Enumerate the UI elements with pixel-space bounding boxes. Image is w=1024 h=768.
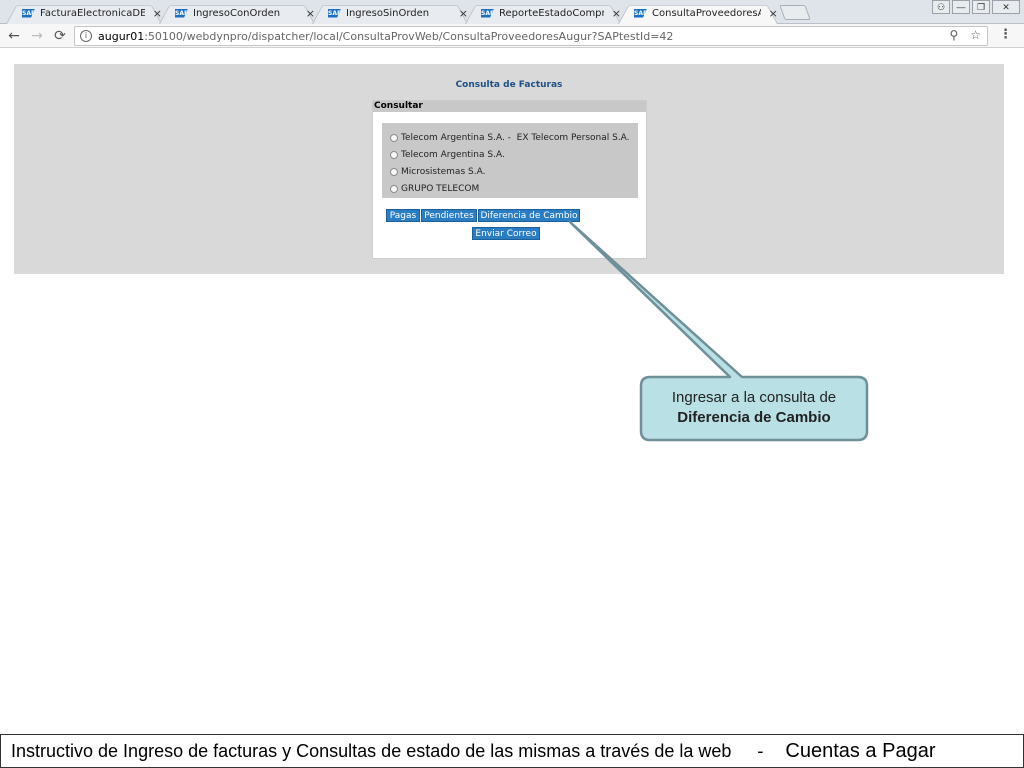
radio-icon[interactable]	[390, 167, 398, 176]
tab-factura-electronica[interactable]: SAP FacturaElectronicaDES_Q ×	[6, 2, 162, 24]
tab-ingreso-sin-orden[interactable]: SAP IngresoSinOrden ×	[312, 2, 468, 24]
browser-toolbar: ← → ⟳ i augur01 :50100/webdynpro/dispatc…	[0, 24, 1024, 48]
footer-title: Instructivo de Ingreso de facturas y Con…	[11, 740, 732, 761]
close-icon[interactable]: ×	[769, 7, 778, 20]
radio-label: Microsistemas S.A.	[401, 166, 486, 177]
reload-icon[interactable]: ⟳	[51, 27, 69, 45]
pagas-button[interactable]: Pagas	[386, 209, 420, 222]
url-host: augur01	[98, 29, 145, 43]
radio-label: Telecom Argentina S.A. - EX Telecom Pers…	[401, 132, 630, 143]
radio-icon[interactable]	[390, 184, 398, 193]
tab-label: ConsultaProveedoresAug	[652, 7, 761, 19]
info-icon[interactable]: i	[80, 30, 92, 42]
radio-option-telecom-personal[interactable]: Telecom Argentina S.A. - EX Telecom Pers…	[382, 129, 638, 146]
close-icon[interactable]: ×	[612, 7, 621, 20]
tab-reporte-estado[interactable]: SAP ReporteEstadoComproba ×	[465, 2, 621, 24]
company-radio-group: Telecom Argentina S.A. - EX Telecom Pers…	[382, 123, 638, 198]
radio-option-telecom-argentina[interactable]: Telecom Argentina S.A.	[382, 146, 638, 163]
radio-option-microsistemas[interactable]: Microsistemas S.A.	[382, 163, 638, 180]
new-tab-button[interactable]	[779, 5, 811, 20]
consultar-card: Consultar Telecom Argentina S.A. - EX Te…	[372, 100, 647, 259]
callout-line-2: Diferencia de Cambio	[677, 409, 831, 426]
forward-arrow-icon[interactable]: →	[28, 27, 46, 45]
user-icon[interactable]: ⚇	[932, 0, 950, 14]
tab-label: IngresoConOrden	[193, 7, 281, 19]
radio-icon[interactable]	[390, 133, 398, 142]
page-title: Consulta de Facturas	[455, 80, 563, 90]
tab-ingreso-con-orden[interactable]: SAP IngresoConOrden ×	[159, 2, 315, 24]
back-arrow-icon[interactable]: ←	[5, 27, 23, 45]
close-icon[interactable]: ×	[459, 7, 468, 20]
callout-text: Ingresar a la consulta de Diferencia de …	[642, 388, 866, 428]
radio-option-grupo-telecom[interactable]: GRUPO TELECOM	[382, 180, 638, 197]
pendientes-button[interactable]: Pendientes	[421, 209, 477, 222]
footer-separator: -	[757, 740, 764, 761]
tab-label: ReporteEstadoComproba	[499, 7, 604, 19]
close-icon[interactable]: ×	[153, 7, 162, 20]
key-icon[interactable]: ⚲	[949, 28, 958, 42]
tab-label: IngresoSinOrden	[346, 7, 430, 19]
radio-label: GRUPO TELECOM	[401, 183, 480, 194]
omnibox-actions: ⚲ ☆	[949, 28, 981, 42]
star-icon[interactable]: ☆	[970, 28, 981, 42]
window-close-icon[interactable]: ✕	[992, 0, 1020, 14]
address-bar[interactable]: i augur01 :50100/webdynpro/dispatcher/lo…	[74, 26, 988, 46]
tab-label: FacturaElectronicaDES_Q	[40, 7, 145, 19]
footer-bar: Instructivo de Ingreso de facturas y Con…	[0, 734, 1024, 768]
url-path: :50100/webdynpro/dispatcher/local/Consul…	[144, 29, 674, 43]
radio-label: Telecom Argentina S.A.	[401, 149, 505, 160]
window-controls: ⚇ — ❐ ✕	[932, 0, 1020, 14]
minimize-icon[interactable]: —	[952, 0, 970, 14]
close-icon[interactable]: ×	[306, 7, 315, 20]
menu-icon[interactable]: ⋮	[999, 27, 1012, 42]
section-header: Consultar	[373, 101, 646, 112]
maximize-icon[interactable]: ❐	[972, 0, 990, 14]
enviar-correo-button[interactable]: Enviar Correo	[472, 227, 540, 240]
callout-line-1: Ingresar a la consulta de	[671, 389, 837, 406]
tab-consulta-proveedores[interactable]: SAP ConsultaProveedoresAug ×	[618, 2, 778, 24]
footer-section: Cuentas a Pagar	[785, 739, 936, 762]
diferencia-de-cambio-button[interactable]: Diferencia de Cambio	[478, 209, 580, 222]
radio-icon[interactable]	[390, 150, 398, 159]
browser-tab-strip: SAP FacturaElectronicaDES_Q × SAP Ingres…	[0, 0, 1024, 24]
